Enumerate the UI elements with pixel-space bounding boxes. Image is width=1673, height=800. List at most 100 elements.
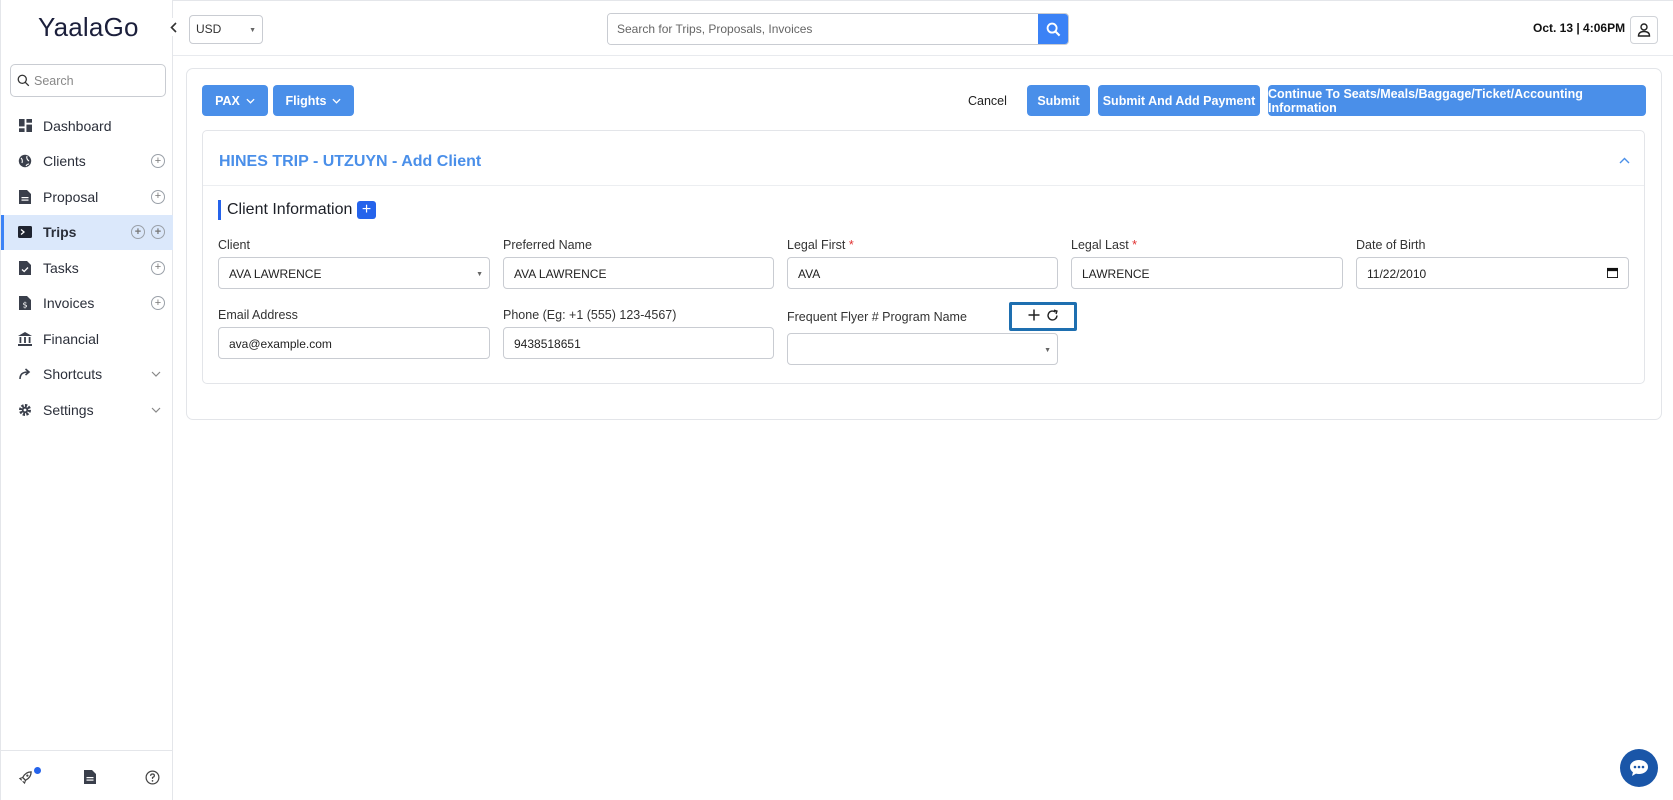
add-client-icon[interactable]: + [151, 154, 165, 169]
add-task-icon[interactable]: + [151, 260, 165, 275]
add-invoice-icon[interactable]: + [151, 296, 165, 311]
calendar-icon[interactable] [1607, 267, 1618, 281]
current-datetime: Oct. 13 | 4:06PM [1533, 21, 1626, 35]
sidebar-item-label: Proposal [43, 188, 99, 205]
global-search [607, 13, 1069, 45]
sidebar-item-label: Clients [43, 153, 86, 170]
document-icon [17, 189, 33, 205]
refresh-frequent-flyer-button[interactable] [1046, 308, 1059, 325]
sidebar-item-settings[interactable]: Settings [1, 392, 173, 428]
sidebar-item-dashboard[interactable]: Dashboard [1, 108, 173, 144]
search-icon [1046, 22, 1060, 36]
rocket-icon[interactable] [17, 769, 33, 785]
preferred-name-label: Preferred Name [503, 238, 592, 252]
frequent-flyer-actions [1009, 302, 1077, 331]
refresh-icon [1046, 308, 1058, 321]
chevron-down-icon [332, 96, 342, 106]
sidebar-item-label: Invoices [43, 295, 95, 312]
chat-support-button[interactable] [1620, 749, 1658, 787]
dob-value: 11/22/2010 [1367, 267, 1427, 281]
add-frequent-flyer-button[interactable] [1028, 309, 1040, 324]
required-mark: * [1132, 238, 1138, 252]
dashboard-icon [17, 118, 33, 134]
email-value: ava@example.com [229, 337, 332, 351]
client-card-header[interactable]: HINES TRIP - UTZUYN - Add Client [203, 131, 1644, 186]
caret-down-icon: ▼ [476, 271, 483, 278]
currency-value: USD [196, 22, 222, 36]
phone-label: Phone (Eg: +1 (555) 123-4567) [503, 308, 677, 322]
continue-button[interactable]: Continue To Seats/Meals/Baggage/Ticket/A… [1268, 85, 1646, 116]
add-proposal-icon[interactable]: + [151, 189, 165, 204]
phone-input[interactable]: 9438518651 [503, 327, 774, 359]
dob-label: Date of Birth [1356, 238, 1426, 252]
sidebar-item-invoices[interactable]: $ Invoices + [1, 286, 173, 322]
email-input[interactable]: ava@example.com [218, 327, 490, 359]
email-label: Email Address [218, 308, 298, 322]
sidebar-item-financial[interactable]: Financial [1, 321, 173, 357]
chevron-up-icon[interactable] [1619, 153, 1630, 167]
section-title: Client Information [218, 200, 352, 220]
share-icon [17, 366, 33, 382]
sidebar-nav: Dashboard Clients + Proposal + Trips + + [1, 108, 173, 428]
client-select[interactable]: AVA LAWRENCE ▼ [218, 257, 490, 289]
sidebar-item-label: Shortcuts [43, 366, 103, 383]
sidebar-item-label: Dashboard [43, 117, 112, 134]
chevron-down-icon[interactable] [151, 404, 161, 416]
sidebar-item-clients[interactable]: Clients + [1, 144, 173, 180]
preferred-name-input[interactable]: AVA LAWRENCE [503, 257, 774, 289]
preferred-name-value: AVA LAWRENCE [514, 267, 607, 281]
flights-dropdown-button[interactable]: Flights [273, 85, 354, 116]
user-menu-button[interactable] [1630, 16, 1658, 44]
global-search-input[interactable] [608, 14, 1038, 44]
sidebar-item-shortcuts[interactable]: Shortcuts [1, 357, 173, 393]
dob-input[interactable]: 11/22/2010 [1356, 257, 1629, 289]
gear-icon [17, 402, 33, 418]
caret-down-icon: ▼ [249, 27, 256, 34]
sidebar-item-label: Settings [43, 401, 94, 418]
sidebar-item-tasks[interactable]: Tasks + [1, 250, 173, 286]
search-icon [17, 74, 30, 87]
legal-last-input[interactable]: LAWRENCE [1071, 257, 1343, 289]
app-logo[interactable]: YaalaGo [38, 12, 139, 43]
caret-down-icon: ▼ [1044, 347, 1051, 354]
flights-label: Flights [285, 93, 327, 108]
terminal-icon [17, 224, 33, 240]
chevron-down-icon [246, 96, 255, 106]
pax-dropdown-button[interactable]: PAX [202, 85, 268, 116]
submit-button[interactable]: Submit [1027, 85, 1090, 116]
legal-first-input[interactable]: AVA [787, 257, 1058, 289]
help-icon[interactable] [144, 769, 160, 785]
legal-last-label-text: Legal Last [1071, 238, 1129, 252]
required-mark: * [848, 238, 854, 252]
search-button[interactable] [1038, 14, 1068, 44]
sidebar-item-label: Tasks [43, 259, 79, 276]
chevron-down-icon[interactable] [151, 368, 161, 380]
user-icon [1637, 23, 1651, 37]
sidebar-item-proposal[interactable]: Proposal + [1, 179, 173, 215]
submit-add-payment-button[interactable]: Submit And Add Payment [1098, 85, 1260, 116]
sidebar-search-input[interactable] [34, 73, 154, 88]
sidebar-item-trips[interactable]: Trips + + [1, 214, 173, 250]
add-trip-icon[interactable]: + [131, 225, 145, 240]
chat-icon [1630, 760, 1648, 776]
add-client-info-button[interactable]: + [357, 201, 376, 219]
top-bar: USD ▼ Oct. 13 | 4:06PM [173, 0, 1673, 56]
notification-dot [34, 767, 41, 774]
legal-first-label: Legal First * [787, 238, 854, 252]
invoice-icon: $ [17, 295, 33, 311]
cancel-button[interactable]: Cancel [968, 94, 1007, 108]
task-icon [17, 260, 33, 276]
sidebar-item-label: Financial [43, 330, 100, 347]
legal-last-value: LAWRENCE [1082, 267, 1150, 281]
bank-icon [17, 331, 33, 347]
sidebar-search[interactable] [10, 64, 166, 97]
pax-label: PAX [215, 93, 240, 108]
add-trip-alt-icon[interactable]: + [151, 225, 165, 240]
legal-first-value: AVA [798, 267, 821, 281]
frequent-flyer-label: Frequent Flyer # Program Name [787, 310, 967, 324]
card-title: HINES TRIP - UTZUYN - Add Client [219, 153, 482, 170]
sidebar-footer [1, 750, 173, 800]
frequent-flyer-select[interactable]: ▼ [787, 333, 1058, 365]
currency-select[interactable]: USD ▼ [189, 15, 263, 44]
document-icon[interactable] [82, 769, 98, 785]
